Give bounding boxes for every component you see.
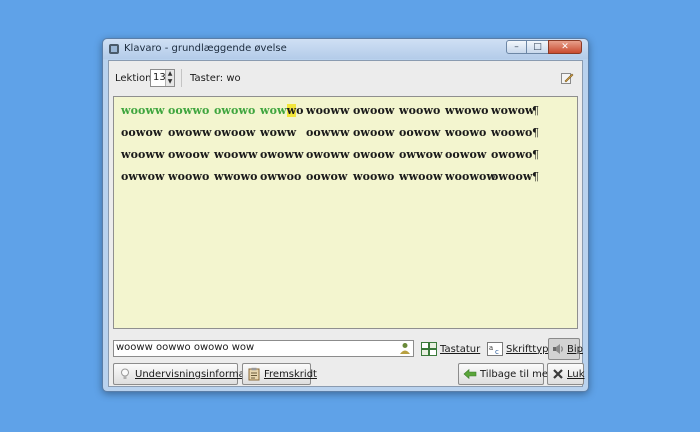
spin-up-icon[interactable]: ▲ (166, 70, 174, 78)
cursor-char: w (286, 104, 297, 117)
word: wwoow (399, 170, 443, 183)
word: oowow (445, 148, 487, 161)
word: woowo (399, 104, 441, 117)
back-arrow-icon (463, 368, 477, 380)
word: owoow (353, 104, 395, 117)
app-icon (109, 44, 119, 54)
word: owoow (491, 170, 533, 183)
word: owwow (399, 148, 443, 161)
word: oowow (399, 126, 441, 139)
keyboard-label: Tastatur (440, 343, 481, 355)
person-icon[interactable] (399, 342, 411, 355)
word: owoow (214, 126, 256, 139)
word: woowo (445, 126, 487, 139)
spin-down-icon[interactable]: ▼ (166, 78, 174, 86)
exercise-text-area: wooww oowwo owowo wowwo wooww owoow woow… (113, 96, 578, 329)
lesson-toolbar: Lektion: 13 ▲ ▼ Taster: wo (109, 61, 582, 95)
window-controls: – □ ✕ (506, 40, 582, 54)
word: oowww (306, 126, 350, 139)
lesson-spinner[interactable]: 13 ▲ ▼ (150, 69, 175, 87)
lightbulb-icon (121, 368, 129, 379)
lesson-value[interactable]: 13 (153, 72, 166, 83)
close-label: Luk (567, 368, 585, 380)
toolbar-separator (181, 69, 182, 87)
beep-toggle[interactable]: Bip (548, 338, 583, 360)
pilcrow-mark: ¶ (532, 126, 540, 139)
progress-label: Fremskridt (264, 368, 317, 380)
close-window-button[interactable]: ✕ (548, 40, 582, 54)
word: wowow (491, 104, 535, 117)
close-x-icon (553, 369, 563, 379)
font-button[interactable]: a c Skrifttype (484, 338, 558, 360)
word: owwoo (260, 170, 302, 183)
minimize-button[interactable]: – (506, 40, 527, 54)
keyboard-button[interactable]: Tastatur (418, 338, 483, 360)
current-word-typed: wow (260, 104, 287, 117)
speaker-icon (553, 344, 563, 354)
typed-word: oowwo (168, 104, 210, 117)
spinner-arrows: ▲ ▼ (165, 70, 174, 86)
typed-word: wooww (121, 104, 165, 117)
word: wooww (214, 148, 258, 161)
word: owoww (260, 148, 304, 161)
word: owoow (353, 148, 395, 161)
current-word: wowwo (260, 104, 304, 117)
pilcrow-mark: ¶ (532, 170, 540, 183)
back-to-menu-button[interactable]: Tilbage til menu (458, 363, 561, 385)
word: wwowo (214, 170, 258, 183)
window-title: Klavaro - grundlæggende øvelse (124, 43, 287, 54)
lesson-label: Lektion: (115, 73, 155, 84)
word: woowow (445, 170, 497, 183)
keyboard-icon (421, 342, 437, 356)
svg-text:a: a (489, 344, 493, 352)
word: woowo (168, 170, 210, 183)
word: owoow (353, 126, 395, 139)
app-window: Klavaro - grundlæggende øvelse – □ ✕ Lek… (102, 38, 589, 392)
word: owoow (168, 148, 210, 161)
title-bar[interactable]: Klavaro - grundlæggende øvelse – □ ✕ (103, 39, 588, 59)
pilcrow-mark: ¶ (532, 104, 540, 117)
word: wooww (306, 104, 350, 117)
input-bar: wooww oowwo owowo wow Tastatur a c Skrif… (113, 338, 583, 360)
progress-button[interactable]: Fremskridt (242, 363, 317, 385)
word: woowo (491, 126, 533, 139)
word: owoww (168, 126, 212, 139)
word: owwow (121, 170, 165, 183)
current-word-rest: o (296, 104, 304, 117)
word: woowo (353, 170, 395, 183)
clipboard-icon (248, 367, 260, 381)
keys-label: Taster: wo (190, 73, 241, 84)
main-panel: Lektion: 13 ▲ ▼ Taster: wo wooww oowwo o… (108, 60, 585, 387)
bottom-bar: Undervisningsinformation Fremskridt Tilb… (113, 363, 585, 385)
word: wwowo (445, 104, 489, 117)
typing-input[interactable]: wooww oowwo owowo wow (113, 340, 414, 357)
word: oowow (121, 126, 163, 139)
word: oowow (306, 170, 348, 183)
typed-word: owowo (214, 104, 256, 117)
info-button[interactable]: Undervisningsinformation (113, 363, 264, 385)
beep-label: Bip (567, 343, 583, 355)
word: wooww (121, 148, 165, 161)
maximize-button[interactable]: □ (527, 40, 548, 54)
typing-input-value[interactable]: wooww oowwo owowo wow (116, 342, 254, 353)
edit-icon[interactable] (560, 71, 574, 85)
font-icon: a c (487, 342, 503, 356)
word: woww (260, 126, 297, 139)
pilcrow-mark: ¶ (532, 148, 540, 161)
word: owowo (491, 148, 533, 161)
word: owoww (306, 148, 350, 161)
close-button[interactable]: Luk (547, 363, 585, 385)
svg-text:c: c (495, 348, 499, 356)
